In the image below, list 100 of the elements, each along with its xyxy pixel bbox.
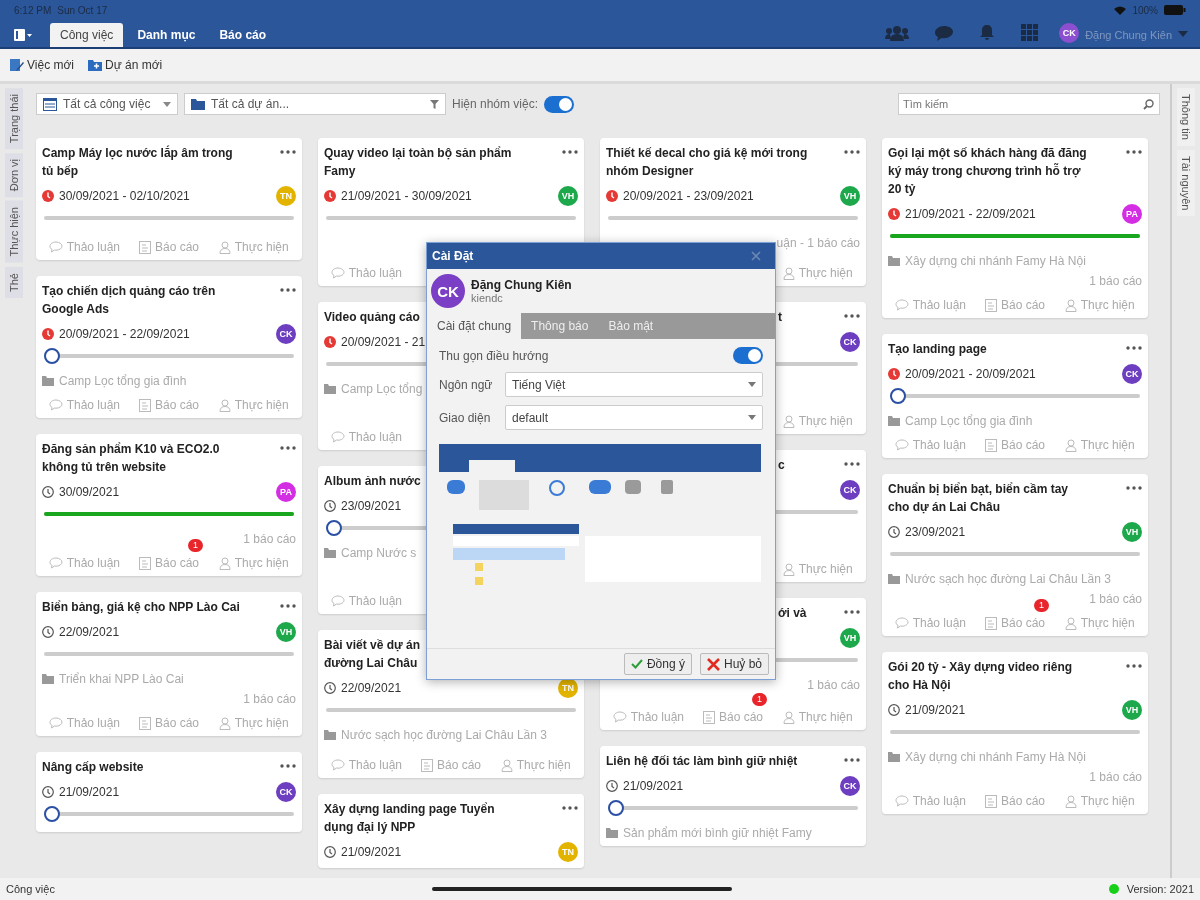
group-toggle[interactable] [544,95,575,113]
more-icon[interactable] [844,462,860,466]
task-card[interactable]: Đăng sản phẩm K10 và ECO2.0 không tủ trên website 30/09/2021 PA 1 báo cáo Thảo luận Báo cáo 1 Thực hiện [36,434,302,576]
dialog-button[interactable]: Đồng ý [623,653,692,675]
card-action[interactable]: Báo cáo [984,438,1045,452]
side-tab[interactable]: Thẻ [5,266,23,298]
task-card[interactable]: Gọi lại một số khách hàng đã đăng ký máy trong chương trình hỗ trợ 20 tỷ 21/09/2021 - 22/09/2021 PA Xây dựng chi nhánh Famy Hà Nội 1 báo cáo Thảo luận Báo cáo Thực hiện [882,138,1148,318]
card-action[interactable]: Báo cáo [702,710,763,724]
card-action[interactable]: Thực hiện [1064,298,1135,312]
more-icon[interactable] [562,806,578,810]
dialog-button[interactable]: Huỷ bỏ [699,653,769,675]
more-icon[interactable] [844,758,860,762]
card-action[interactable]: Thảo luận [48,556,120,570]
more-icon[interactable] [844,314,860,318]
more-icon[interactable] [280,604,296,608]
dropdown-field[interactable]: default [505,405,763,430]
card-action[interactable]: Báo cáo [984,794,1045,808]
collapse-toggle[interactable] [733,347,763,364]
task-card[interactable]: Nâng cấp website 21/09/2021 CK [36,752,302,832]
user-avatar: CK [431,274,465,308]
toolbar-button[interactable]: Việc mới [10,58,74,72]
card-action[interactable]: Thực hiện [782,266,853,280]
card-action[interactable]: Thảo luận [894,616,966,630]
card-action[interactable]: Báo cáo [138,240,199,254]
dialog-tab[interactable]: Cài đặt chung [427,313,522,339]
card-action[interactable]: Thực hiện [218,556,289,570]
card-action[interactable]: Báo cáo [138,556,199,570]
dropdown-field[interactable]: Tiếng Việt [505,372,763,397]
task-card[interactable]: Tạo chiến dịch quảng cáo trên Google Ads 20/09/2021 - 22/09/2021 CK Camp Lọc tổng gia đình Thảo luận Báo cáo Thực hiện [36,276,302,418]
card-action[interactable]: Thảo luận [48,716,120,730]
card-action[interactable]: Báo cáo [984,298,1045,312]
task-card[interactable]: Biển bảng, giá kệ cho NPP Lào Cai 22/09/2021 VH Triển khai NPP Lào Cai 1 báo cáo Thảo luận Báo cáo Thực hiện [36,592,302,736]
card-action[interactable]: Thực hiện [218,240,289,254]
more-icon[interactable] [280,764,296,768]
folder-icon [888,752,900,762]
card-action[interactable]: Thực hiện [218,716,289,730]
task-card[interactable]: Chuẩn bị biển bạt, biển cầm tay cho dự án Lai Châu 23/09/2021 VH Nước sạch học đường Lai Châu Lần 3 1 báo cáo Thảo luận Báo cáo 1 Thực hiện [882,474,1148,636]
card-action[interactable]: Thảo luận [894,438,966,452]
card-action[interactable]: Thực hiện [1064,616,1135,630]
folder-icon [888,574,900,584]
project-filter-field[interactable]: Tất cả dự án... [184,93,446,115]
task-filter-select[interactable]: Tất cả công việc [36,93,178,115]
card-action[interactable]: Thảo luận [48,398,120,412]
assignee-avatar: VH [558,186,578,206]
card-action[interactable]: Thảo luận [330,430,402,444]
more-icon[interactable] [1126,346,1142,350]
card-action[interactable]: Thảo luận [894,794,966,808]
task-card[interactable]: Gói 20 tỷ - Xây dựng video riêng cho Hà Nội 21/09/2021 VH Xây dựng chi nhánh Famy Hà Nội 1 báo cáo Thảo luận Báo cáo Thực hiện [882,652,1148,814]
side-tab[interactable]: Tài nguyên [1177,149,1195,217]
more-icon[interactable] [844,150,860,154]
search-icon[interactable] [1143,99,1154,110]
more-icon[interactable] [280,150,296,154]
card-action[interactable]: Thực hiện [1064,794,1135,808]
calendar-icon [43,97,57,111]
more-icon[interactable] [1126,664,1142,668]
side-tab[interactable]: Đơn vị [5,153,23,198]
search-field[interactable]: Tìm kiếm [898,93,1160,115]
card-title: Gói 20 tỷ - Xây dựng video riêng [888,659,1073,676]
task-card[interactable]: Xây dựng landing page Tuyển dụng đại lý NPP 21/09/2021 TN [318,794,584,868]
card-action[interactable]: Thảo luận [330,758,402,772]
card-action[interactable]: Thực hiện [218,398,289,412]
card-action[interactable]: Thảo luận [894,298,966,312]
card-action[interactable]: Thực hiện [500,758,571,772]
card-action[interactable]: Thảo luận [48,240,120,254]
card-action[interactable]: Thực hiện [782,562,853,576]
more-icon[interactable] [280,446,296,450]
folder-icon [324,548,336,558]
card-title: Quay video lại toàn bộ sản phẩm [324,145,512,162]
more-icon[interactable] [562,150,578,154]
dialog-tab[interactable]: Thông báo [521,313,599,339]
assignee-avatar: CK [1122,364,1142,384]
project-name: Nước sạch học đường Lai Châu Lần 3 [905,572,1111,586]
toolbar-button[interactable]: Dự án mới [88,58,163,72]
card-action[interactable]: Báo cáo [138,398,199,412]
more-icon[interactable] [280,288,296,292]
user-avatar[interactable]: CK [1059,23,1080,43]
more-icon[interactable] [844,610,860,614]
task-card[interactable]: Tạo landing page 20/09/2021 - 20/09/2021 CK Camp Lọc tổng gia đình Thảo luận Báo cáo Thực hiện [882,334,1148,458]
side-tab[interactable]: Thực hiện [5,201,23,263]
more-icon[interactable] [1126,486,1142,490]
side-tab[interactable]: Thông tin [1177,88,1195,146]
nav-tab[interactable]: Báo cáo [209,23,277,47]
card-action[interactable]: Thảo luận [330,594,402,608]
card-action[interactable]: Báo cáo [138,716,199,730]
card-action[interactable]: Báo cáo [984,616,1045,630]
card-action[interactable]: Thực hiện [782,414,853,428]
more-icon[interactable] [1126,150,1142,154]
card-action[interactable]: Thảo luận [330,266,402,280]
card-title: Camp Máy lọc nước lắp âm trong [42,144,233,162]
card-action[interactable]: Báo cáo [420,758,481,772]
card-action[interactable]: Thảo luận [612,710,684,724]
nav-tab[interactable]: Danh mục [127,23,206,47]
user-menu[interactable]: Đặng Chung Kiên [1085,29,1172,41]
card-action[interactable]: Thực hiện [782,710,853,724]
card-action[interactable]: Thực hiện [1064,438,1135,452]
side-tab[interactable]: Trạng thái [5,88,23,150]
dialog-tab[interactable]: Bảo mật [598,313,664,339]
task-card[interactable]: Camp Máy lọc nước lắp âm trong tủ bếp 30/09/2021 - 02/10/2021 TN Thảo luận Báo cáo Thực hiện [36,138,302,260]
task-card[interactable]: Liên hệ đối tác làm bình giữ nhiệt 21/09/2021 CK Sản phẩm mới bình giữ nhiệt Famy [600,746,866,846]
nav-tab[interactable]: Công việc [50,23,124,47]
